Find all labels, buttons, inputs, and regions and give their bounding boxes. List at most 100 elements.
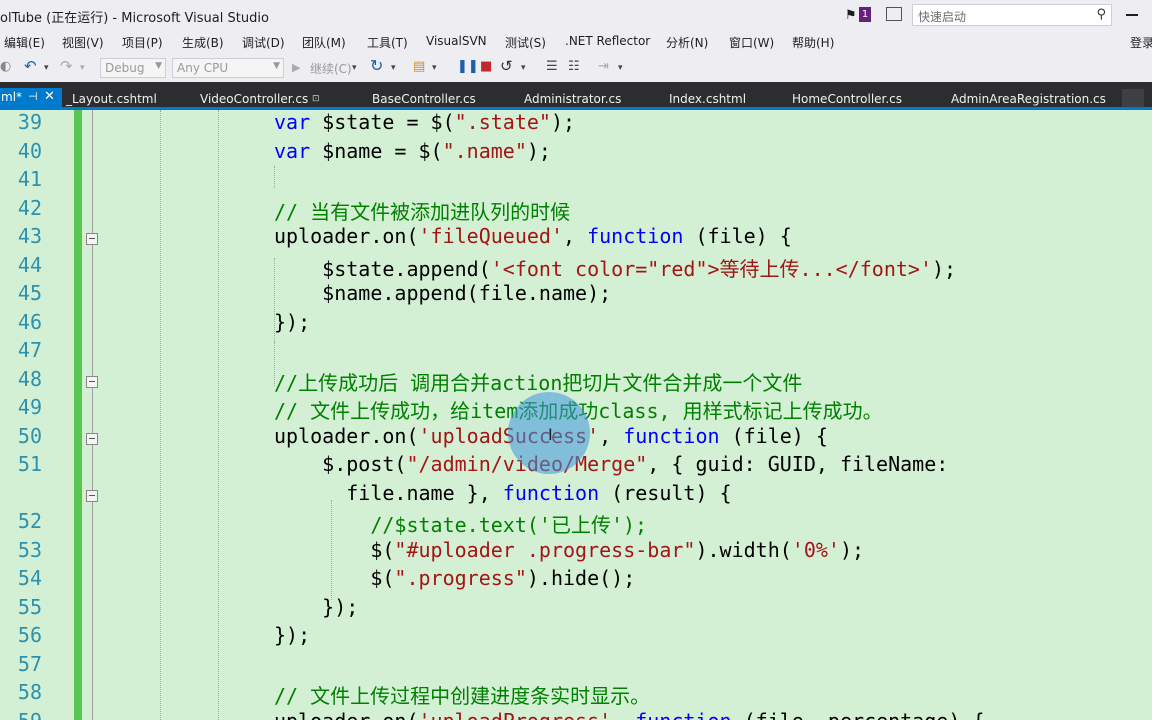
code-line[interactable]: // 当有文件被添加进队列的时候 — [274, 196, 570, 225]
line-number: 51 — [17, 452, 42, 476]
tab-administrator[interactable]: Administrator.cs — [524, 92, 621, 106]
menu-test[interactable]: 测试(S) — [505, 34, 546, 51]
menu-reflector[interactable]: .NET Reflector — [565, 34, 650, 48]
tab-videocontroller[interactable]: VideoController.cs — [200, 92, 308, 106]
step-icon[interactable]: ⇥ — [598, 59, 609, 74]
code-line[interactable]: //上传成功后 调用合并action把切片文件合并成一个文件 — [274, 367, 802, 396]
ibeam-cursor-icon: I — [548, 425, 553, 444]
code-line[interactable]: var $state = $(".state"); — [274, 110, 575, 134]
tab-active-label: ml* — [1, 90, 23, 104]
tab-overflow-button[interactable] — [1122, 89, 1144, 107]
overflow-dropdown-icon[interactable]: ▾ — [618, 63, 623, 73]
menu-build[interactable]: 生成(B) — [182, 34, 224, 51]
menu-analyze[interactable]: 分析(N) — [666, 34, 708, 51]
continue-button[interactable]: 继续(C) — [310, 60, 352, 77]
pin-icon[interactable]: ⊣ — [28, 90, 38, 103]
undo-icon[interactable]: ↶ — [24, 57, 37, 75]
stop-icon[interactable]: ■ — [480, 59, 492, 74]
quick-launch-placeholder: 快速启动 — [918, 10, 967, 24]
collapse-icon[interactable] — [86, 375, 98, 388]
code-line[interactable]: uploader.on('uploadProgress', function (… — [274, 709, 984, 720]
code-token: function — [635, 709, 731, 720]
collapse-icon[interactable] — [86, 489, 98, 502]
refresh-icon[interactable]: ↻ — [370, 56, 383, 75]
code-token: (file) { — [683, 224, 792, 248]
menu-window[interactable]: 窗口(W) — [729, 34, 774, 51]
restart-dropdown-icon[interactable]: ▾ — [521, 63, 526, 73]
back-icon[interactable]: ◐ — [0, 59, 11, 74]
platform-select[interactable]: Any CPU ▼ — [172, 58, 284, 78]
tab-index[interactable]: Index.cshtml — [669, 92, 746, 106]
code-line[interactable]: }); — [274, 595, 358, 619]
code-token: function — [502, 480, 600, 505]
code-line[interactable]: // 文件上传过程中创建进度条实时显示。 — [274, 680, 650, 709]
menu-view[interactable]: 视图(V) — [62, 34, 104, 51]
tab-layout[interactable]: _Layout.cshtml — [66, 92, 157, 106]
outdent-icon[interactable]: ☷ — [568, 59, 580, 74]
tab-homecontroller[interactable]: HomeController.cs — [792, 92, 902, 106]
code-line[interactable]: var $name = $(".name"); — [274, 139, 551, 163]
line-number: 45 — [17, 281, 42, 305]
code-token: ); — [526, 138, 551, 163]
code-token: $.post( — [274, 452, 407, 476]
redo-icon[interactable]: ↷ — [60, 57, 73, 75]
pause-icon[interactable]: ❚❚ — [457, 59, 479, 74]
tab-adminarearegistration[interactable]: AdminAreaRegistration.cs — [951, 92, 1106, 106]
minimize-button[interactable] — [1126, 14, 1138, 16]
line-number: 57 — [17, 651, 42, 676]
continue-dropdown-icon[interactable]: ▾ — [352, 63, 357, 73]
tab-basecontroller[interactable]: BaseController.cs — [372, 92, 476, 106]
code-line[interactable]: $name.append(file.name); — [274, 281, 611, 305]
code-line[interactable]: $(".progress").hide(); — [274, 566, 635, 590]
code-token: ); — [931, 256, 957, 281]
locate-dropdown-icon[interactable]: ▾ — [432, 63, 437, 73]
menu-edit[interactable]: 编辑(E) — [4, 34, 45, 51]
code-line[interactable]: uploader.on('fileQueued', function (file… — [274, 224, 792, 248]
menu-team[interactable]: 团队(M) — [302, 34, 346, 51]
search-icon[interactable]: ⚲ — [1096, 7, 1106, 22]
collapse-icon[interactable] — [86, 432, 98, 445]
indent-icon[interactable]: ☰ — [546, 59, 558, 74]
line-number: 49 — [17, 395, 42, 419]
code-editor[interactable]: 39 40 41 42 43 44 45 46 47 48 49 50 51 52 53 54 55 56 57 58… — [0, 110, 1152, 720]
line-number: 44 — [17, 252, 42, 277]
code-line[interactable]: $.post("/admin/video/Merge", { guid: GUI… — [274, 452, 948, 476]
menu-project[interactable]: 项目(P) — [122, 34, 163, 51]
code-token: ).hide(); — [526, 566, 636, 590]
code-line[interactable]: $state.append('<font color="red">等待上传...… — [274, 253, 956, 282]
code-line[interactable]: $("#uploader .progress-bar").width('0%')… — [274, 538, 864, 562]
flag-icon: ⚑ — [845, 8, 857, 23]
locate-icon[interactable]: ▤ — [413, 59, 425, 74]
menu-debug[interactable]: 调试(D) — [242, 34, 285, 51]
sign-in-link[interactable]: 登录 — [1130, 34, 1152, 51]
tab-active[interactable]: ml* ⊣ ✕ — [0, 88, 62, 107]
code-line[interactable]: //$state.text('已上传'); — [274, 509, 647, 538]
code-token: //上传成功后 调用合并action把切片文件合并成一个文件 — [274, 370, 803, 395]
outline-line — [92, 110, 93, 720]
code-line[interactable]: }); — [274, 623, 310, 647]
code-token: ".name" — [442, 138, 527, 163]
close-icon[interactable]: ✕ — [44, 89, 55, 104]
menu-tools[interactable]: 工具(T) — [367, 34, 408, 51]
code-token: (file) { — [719, 423, 828, 448]
redo-dropdown-icon[interactable]: ▾ — [80, 63, 85, 73]
code-token: $name = $( — [310, 138, 443, 163]
collapse-icon[interactable] — [86, 233, 98, 245]
line-number: 54 — [17, 566, 42, 590]
code-token: , { guid: GUID, fileName: — [647, 452, 949, 476]
code-line[interactable]: }); — [274, 310, 310, 334]
undo-dropdown-icon[interactable]: ▾ — [44, 63, 49, 73]
configuration-select[interactable]: Debug ▼ — [100, 58, 166, 78]
code-token: uploader.on( — [274, 709, 419, 720]
restart-icon[interactable]: ↺ — [500, 57, 513, 75]
notifications-button[interactable]: ⚑ 1 — [845, 6, 875, 24]
menu-help[interactable]: 帮助(H) — [792, 34, 834, 51]
lock-icon: ⊡ — [312, 94, 320, 104]
menu-visualsvn[interactable]: VisualSVN — [426, 34, 487, 48]
code-line[interactable]: file.name }, function (result) { — [274, 480, 731, 505]
menu-bar: 编辑(E) 视图(V) 项目(P) 生成(B) 调试(D) 团队(M) 工具(T… — [0, 30, 1152, 54]
line-number: 55 — [17, 594, 42, 619]
feedback-icon[interactable] — [886, 7, 902, 21]
quick-launch-input[interactable]: 快速启动 ⚲ — [912, 4, 1112, 26]
refresh-dropdown-icon[interactable]: ▾ — [391, 63, 396, 73]
